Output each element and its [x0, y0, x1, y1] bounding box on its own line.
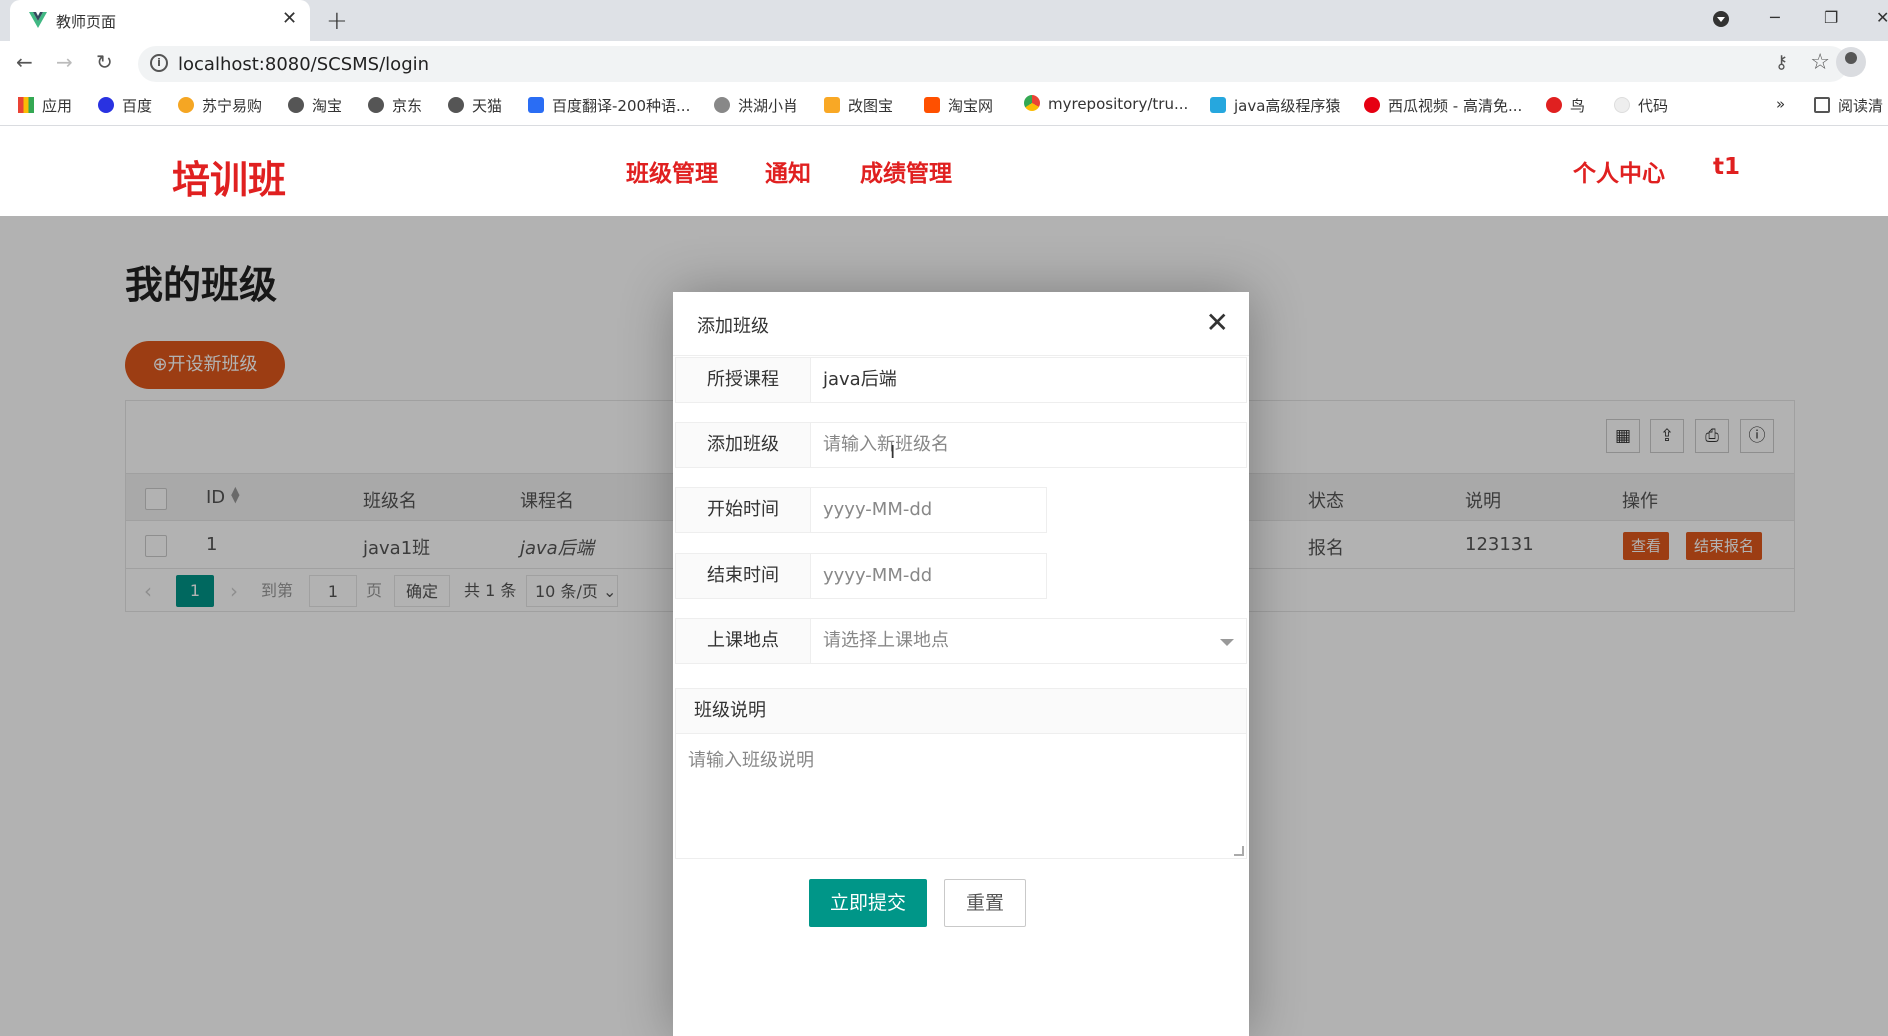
form-row-course: 所授课程 java后端 — [675, 357, 1247, 403]
bookmark-item[interactable]: 改图宝 — [824, 95, 893, 116]
suning-icon — [178, 97, 194, 113]
reading-list[interactable]: 阅读清 — [1814, 95, 1883, 116]
key-icon[interactable]: ⚷ — [1775, 52, 1788, 73]
url-text[interactable]: localhost:8080/SCSMS/login — [178, 54, 429, 75]
translate-icon — [528, 97, 544, 113]
text-cursor-icon: I — [890, 442, 896, 463]
back-icon[interactable]: ← — [16, 50, 33, 74]
dialog-title: 添加班级 — [673, 292, 1249, 356]
globe-icon — [288, 97, 304, 113]
brand-logo[interactable]: 培训班 — [172, 149, 286, 204]
bookmark-item[interactable]: 天猫 — [448, 95, 502, 116]
bookmark-item[interactable]: 西瓜视频 - 高清免... — [1364, 95, 1522, 116]
browser-tab[interactable]: 教师页面 ✕ — [10, 0, 310, 41]
new-tab-icon[interactable]: + — [326, 6, 348, 36]
bilibili-icon — [1210, 97, 1226, 113]
form-row-start-date: 开始时间 yyyy-MM-dd — [675, 487, 1247, 533]
form-row-class-name: 添加班级 请输入新班级名 — [675, 422, 1247, 468]
desc-textarea[interactable]: 请输入班级说明 — [675, 733, 1247, 859]
resize-handle-icon[interactable] — [1234, 846, 1244, 856]
field-label: 上课地点 — [675, 618, 811, 664]
globe-icon — [368, 97, 384, 113]
field-label: 所授课程 — [675, 357, 811, 403]
submit-button[interactable]: 立即提交 — [809, 879, 927, 927]
bookmark-item[interactable]: 苏宁易购 — [178, 95, 262, 116]
window-close-icon[interactable]: ✕ — [1876, 8, 1888, 27]
bookmark-item[interactable]: 百度翻译-200种语... — [528, 95, 690, 116]
baidu-icon — [98, 97, 114, 113]
add-class-dialog: 添加班级 ✕ 所授课程 java后端 添加班级 请输入新班级名 开始时间 yyy… — [673, 292, 1249, 1036]
start-date-input[interactable]: yyyy-MM-dd — [810, 487, 1047, 533]
end-date-input[interactable]: yyyy-MM-dd — [810, 553, 1047, 599]
dropdown-arrow-icon — [1220, 639, 1234, 646]
bookmark-item[interactable]: 鸟 — [1546, 95, 1585, 116]
bird-icon — [714, 97, 730, 113]
reset-button[interactable]: 重置 — [944, 879, 1026, 927]
bookmark-item[interactable]: 洪湖小肖 — [714, 95, 798, 116]
field-label: 结束时间 — [675, 553, 811, 599]
reload-icon[interactable]: ↻ — [96, 50, 113, 74]
bookmark-item[interactable]: 淘宝 — [288, 95, 342, 116]
form-row-end-date: 结束时间 yyyy-MM-dd — [675, 553, 1247, 599]
site-header: 培训班 班级管理 通知 成绩管理 个人中心 t1 — [0, 127, 1888, 216]
gaitubao-icon — [824, 97, 840, 113]
browser-toolbar: ← → ↻ i localhost:8080/SCSMS/login ⚷ ☆ — [0, 41, 1888, 86]
forward-icon[interactable]: → — [56, 50, 73, 74]
xigua-icon — [1364, 97, 1380, 113]
desc-label: 班级说明 — [675, 688, 1247, 734]
bookmark-item[interactable]: java高级程序猿 — [1210, 95, 1340, 116]
bookmark-star-icon[interactable]: ☆ — [1810, 50, 1830, 75]
bookmark-item[interactable]: 应用 — [18, 95, 72, 116]
bookmark-item[interactable]: 百度 — [98, 95, 152, 116]
field-label: 开始时间 — [675, 487, 811, 533]
nav-class-manage[interactable]: 班级管理 — [626, 154, 718, 188]
nav-username[interactable]: t1 — [1713, 154, 1740, 180]
avatar[interactable] — [1836, 47, 1866, 77]
location-select[interactable]: 请选择上课地点 — [810, 618, 1247, 664]
field-label: 添加班级 — [675, 422, 811, 468]
bookmark-item[interactable]: 淘宝网 — [924, 95, 993, 116]
nav-profile[interactable]: 个人中心 — [1573, 154, 1665, 188]
bookmarks-bar: 应用 百度 苏宁易购 淘宝 京东 天猫 百度翻译-200种语... 洪湖小肖 改… — [0, 86, 1888, 126]
moon-icon — [1614, 97, 1630, 113]
chrome-icon — [1024, 95, 1040, 111]
class-name-input[interactable]: 请输入新班级名 — [810, 422, 1247, 468]
close-icon[interactable]: ✕ — [1206, 306, 1229, 339]
apps-icon — [18, 97, 34, 113]
site-info-icon[interactable]: i — [150, 54, 168, 72]
bird-icon — [1546, 97, 1562, 113]
bookmark-item[interactable]: 代码 — [1614, 95, 1668, 116]
course-field[interactable]: java后端 — [810, 357, 1247, 403]
minimize-icon[interactable]: ─ — [1770, 8, 1780, 27]
form-row-location: 上课地点 请选择上课地点 — [675, 618, 1247, 664]
browser-tab-strip: 教师页面 ✕ + ─ ❐ ✕ — [0, 0, 1888, 41]
more-bookmarks-icon[interactable]: » — [1776, 95, 1785, 113]
bookmark-item[interactable]: 京东 — [368, 95, 422, 116]
bookmark-item[interactable]: myrepository/tru... — [1024, 95, 1188, 113]
taobao-icon — [924, 97, 940, 113]
vue-logo-icon — [29, 12, 47, 28]
tab-title: 教师页面 — [56, 13, 117, 31]
reading-list-icon — [1814, 97, 1830, 113]
tab-close-icon[interactable]: ✕ — [282, 8, 297, 29]
nav-notice[interactable]: 通知 — [765, 154, 811, 188]
globe-icon — [448, 97, 464, 113]
address-bar[interactable]: i localhost:8080/SCSMS/login ⚷ ☆ — [138, 46, 1848, 82]
restore-icon[interactable]: ❐ — [1824, 8, 1838, 27]
profile-menu-icon[interactable] — [1712, 10, 1730, 32]
nav-grades[interactable]: 成绩管理 — [860, 154, 952, 188]
